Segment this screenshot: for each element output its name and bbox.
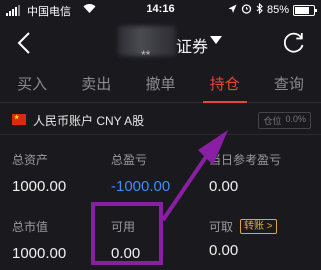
annotation-arrow-icon bbox=[161, 130, 228, 222]
